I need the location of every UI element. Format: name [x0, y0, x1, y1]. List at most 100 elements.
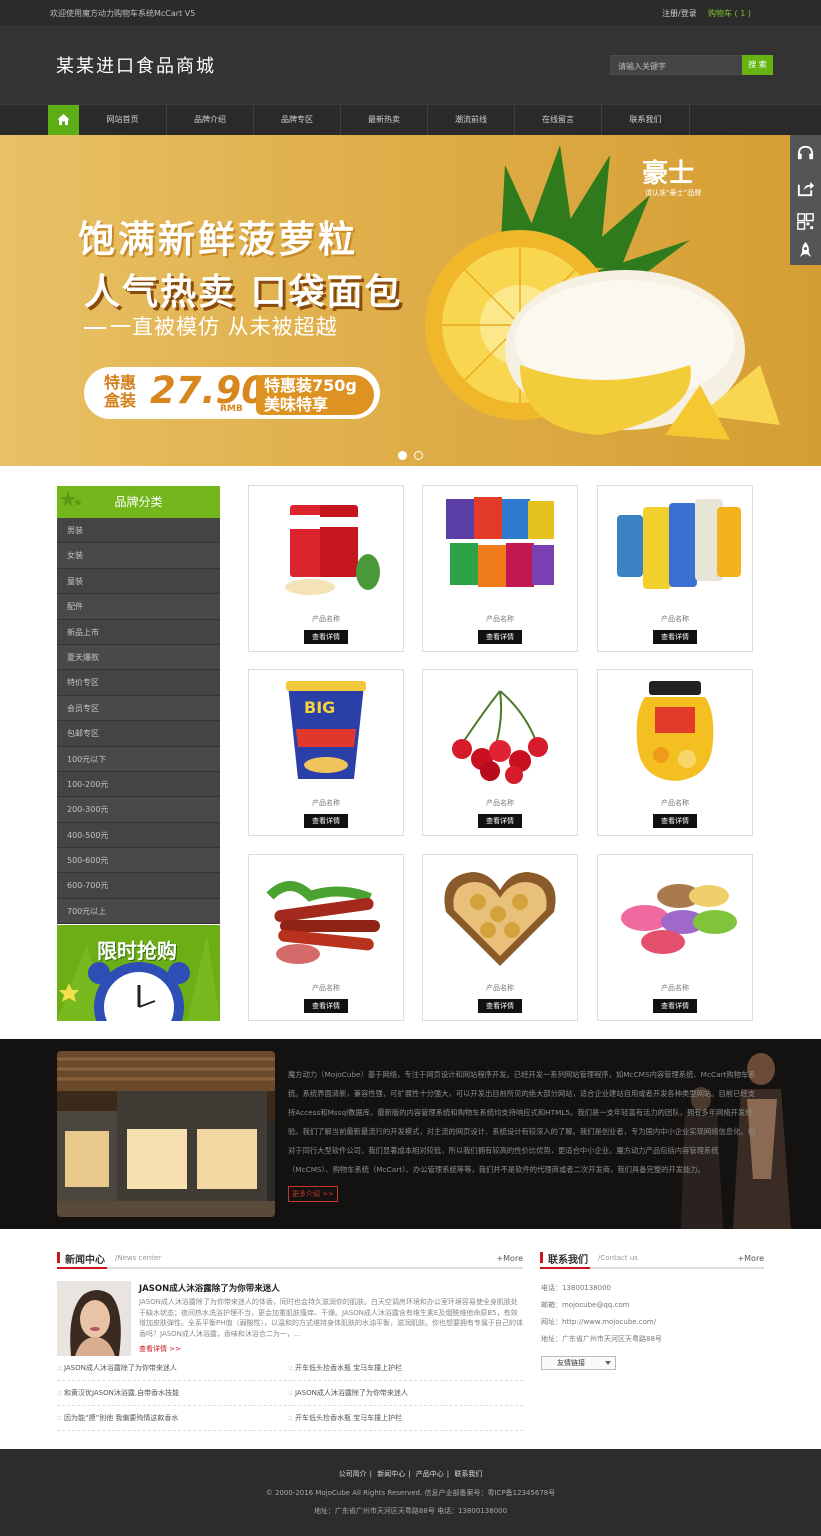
svg-text:BIG: BIG	[304, 698, 335, 717]
qr-code-icon[interactable]	[796, 212, 815, 231]
product-card[interactable]: 产品名称 查看详情	[597, 669, 753, 836]
category-title: 品牌分类	[114, 495, 163, 509]
category-item[interactable]: 配件	[57, 594, 220, 620]
banner-slogan-text: 一直被模仿 从未被超越	[110, 315, 338, 339]
search-input[interactable]: 请输入关键字	[610, 55, 743, 75]
soda-cans-icon	[617, 499, 741, 589]
chevron-down-icon	[605, 1361, 611, 1365]
view-details-button[interactable]: 查看详情	[478, 999, 522, 1013]
product-card[interactable]: 产品名称 查看详情	[422, 669, 578, 836]
category-item[interactable]: 500-600元	[57, 848, 220, 874]
site-logo[interactable]: 某某进口食品商城	[56, 52, 216, 78]
product-card[interactable]: 产品名称 查看详情	[248, 854, 404, 1021]
hero-banner[interactable]: 饱满新鲜菠萝粒 人气热卖 口袋面包 一直被模仿 从未被超越 特惠盒装 27.90…	[0, 135, 821, 466]
category-item[interactable]: 童装	[57, 568, 220, 595]
main-nav: 网站首页 品牌介绍 品牌专区 最新热卖 潮流前线 在线留言 联系我们	[0, 104, 821, 135]
view-details-button[interactable]: 查看详情	[304, 999, 348, 1013]
nav-item-trend[interactable]: 潮流前线	[428, 105, 515, 135]
category-item[interactable]: 100-200元	[57, 771, 220, 798]
view-details-button[interactable]: 查看详情	[653, 630, 697, 644]
news-list-item[interactable]: :: 因为能“撩”别他 我偏要殉情这款香水	[57, 1406, 292, 1431]
banner-currency: RMB	[220, 404, 243, 414]
customer-service-icon[interactable]	[796, 144, 815, 163]
feature-news-more-link[interactable]: 查看详情 >>	[139, 1344, 181, 1354]
view-details-button[interactable]: 查看详情	[304, 814, 348, 828]
news-item-title: 和黄汉优JASON沐浴露,自带香水技能	[63, 1389, 180, 1397]
product-card[interactable]: 产品名称 查看详情	[422, 485, 578, 652]
back-to-top-rocket-icon[interactable]	[796, 241, 815, 260]
view-details-button[interactable]: 查看详情	[653, 999, 697, 1013]
product-card[interactable]: 产品名称 查看详情	[597, 854, 753, 1021]
nav-item-hot-sale[interactable]: 最新热卖	[341, 105, 428, 135]
view-details-button[interactable]: 查看详情	[304, 630, 348, 644]
contact-more-link[interactable]: +More	[737, 1254, 764, 1263]
share-icon[interactable]	[796, 179, 815, 198]
footer-link-contact[interactable]: 联系我们	[454, 1470, 482, 1478]
friendly-links-select[interactable]: 友情链接	[541, 1356, 616, 1370]
view-details-button[interactable]: 查看详情	[478, 814, 522, 828]
category-item[interactable]: 夏天爆款	[57, 644, 220, 671]
slide-dot-2[interactable]	[414, 451, 423, 460]
about-section: 魔方动力（MojoCube）基于网络，专注于网页设计和网站程序开发。已经开发一系…	[0, 1039, 821, 1229]
product-card[interactable]: 产品名称 查看详情	[597, 485, 753, 652]
news-list-item[interactable]: :: 开车低头捡香水瓶 宝马车撞上护栏	[288, 1356, 523, 1381]
news-list-item[interactable]: :: JASON成人沐浴露除了为你带来迷人	[57, 1356, 292, 1381]
nav-item-home[interactable]: 网站首页	[79, 105, 167, 135]
category-item[interactable]: 特价专区	[57, 670, 220, 696]
product-card[interactable]: BIG 产品名称 查看详情	[248, 669, 404, 836]
view-details-button[interactable]: 查看详情	[478, 630, 522, 644]
category-item[interactable]: 包邮专区	[57, 721, 220, 747]
nav-item-contact[interactable]: 联系我们	[602, 105, 690, 135]
category-item[interactable]: 100元以下	[57, 746, 220, 772]
category-item[interactable]: 200-300元	[57, 797, 220, 823]
contact-phone: 电话：13800138000	[541, 1284, 611, 1292]
instant-noodle-icon: BIG	[286, 681, 366, 779]
category-item[interactable]: 400-500元	[57, 822, 220, 849]
sausages-icon	[266, 881, 380, 964]
more-about-button[interactable]: 更多介绍 >>	[288, 1186, 338, 1202]
product-card[interactable]: 产品名称 查看详情	[422, 854, 578, 1021]
product-card[interactable]: 产品名称 查看详情	[248, 485, 404, 652]
product-name: 产品名称	[486, 615, 514, 623]
contact-email[interactable]: 邮箱：mojocube@qq.com	[541, 1300, 629, 1310]
contact-website[interactable]: 网址：http://www.mojocube.com/	[541, 1317, 656, 1327]
category-item[interactable]: 新品上市	[57, 619, 220, 645]
news-more-link[interactable]: +More	[496, 1254, 523, 1263]
nav-item-brand-zone[interactable]: 品牌专区	[254, 105, 341, 135]
category-item[interactable]: 会员专区	[57, 695, 220, 722]
view-details-button[interactable]: 查看详情	[653, 814, 697, 828]
banner-slogan: 一直被模仿 从未被超越	[84, 311, 338, 341]
news-header: 新闻中心 /News center +More	[57, 1250, 523, 1269]
register-login-link[interactable]: 注册/登录	[662, 8, 697, 19]
contact-title: 联系我们	[548, 1255, 588, 1266]
product-name: 产品名称	[661, 799, 689, 807]
welcome-text: 欢迎使用魔方动力购物车系统McCart V5	[50, 9, 196, 18]
floating-toolbar	[790, 135, 821, 265]
news-list-item[interactable]: :: 和黄汉优JASON沐浴露,自带香水技能	[57, 1381, 292, 1406]
banner-subheadline: 人气热卖 口袋面包	[84, 272, 403, 313]
footer-link-company[interactable]: 公司简介	[339, 1470, 367, 1478]
search-button[interactable]: 搜 索	[742, 55, 773, 75]
footer-copyright: © 2000-2016 MojoCube All Rights Reserved…	[265, 1489, 556, 1497]
news-list-item[interactable]: :: 开车低头捡香水瓶 宝马车撞上护栏	[288, 1406, 523, 1431]
banner-brand-logo: 豪士	[642, 159, 695, 189]
header-underline	[540, 1267, 590, 1269]
news-list-item[interactable]: :: JASON成人沐浴露除了为你带来迷人	[288, 1381, 523, 1406]
slide-dot-1[interactable]	[398, 451, 407, 460]
category-item[interactable]: 700元以上	[57, 898, 220, 925]
category-item[interactable]: 女装	[57, 543, 220, 569]
nav-item-brand-intro[interactable]: 品牌介绍	[167, 105, 254, 135]
feature-news-image[interactable]	[57, 1281, 131, 1356]
category-item[interactable]: 600-700元	[57, 873, 220, 899]
contact-header: 联系我们 /Contact us +More	[540, 1250, 764, 1269]
storefront-image	[57, 1051, 275, 1217]
footer-link-news[interactable]: 新闻中心	[377, 1470, 405, 1478]
cart-link[interactable]: 购物车 ( 1 )	[708, 8, 751, 19]
feature-news-title[interactable]: JASON成人沐浴露除了为你带来迷人	[139, 1282, 280, 1294]
product-name: 产品名称	[486, 984, 514, 992]
category-item[interactable]: 男装	[57, 518, 220, 544]
nav-item-message[interactable]: 在线留言	[515, 105, 602, 135]
footer-link-products[interactable]: 产品中心	[416, 1470, 444, 1478]
nav-home-button[interactable]	[48, 105, 79, 135]
flash-sale-banner[interactable]: 限时抢购	[57, 925, 220, 1021]
